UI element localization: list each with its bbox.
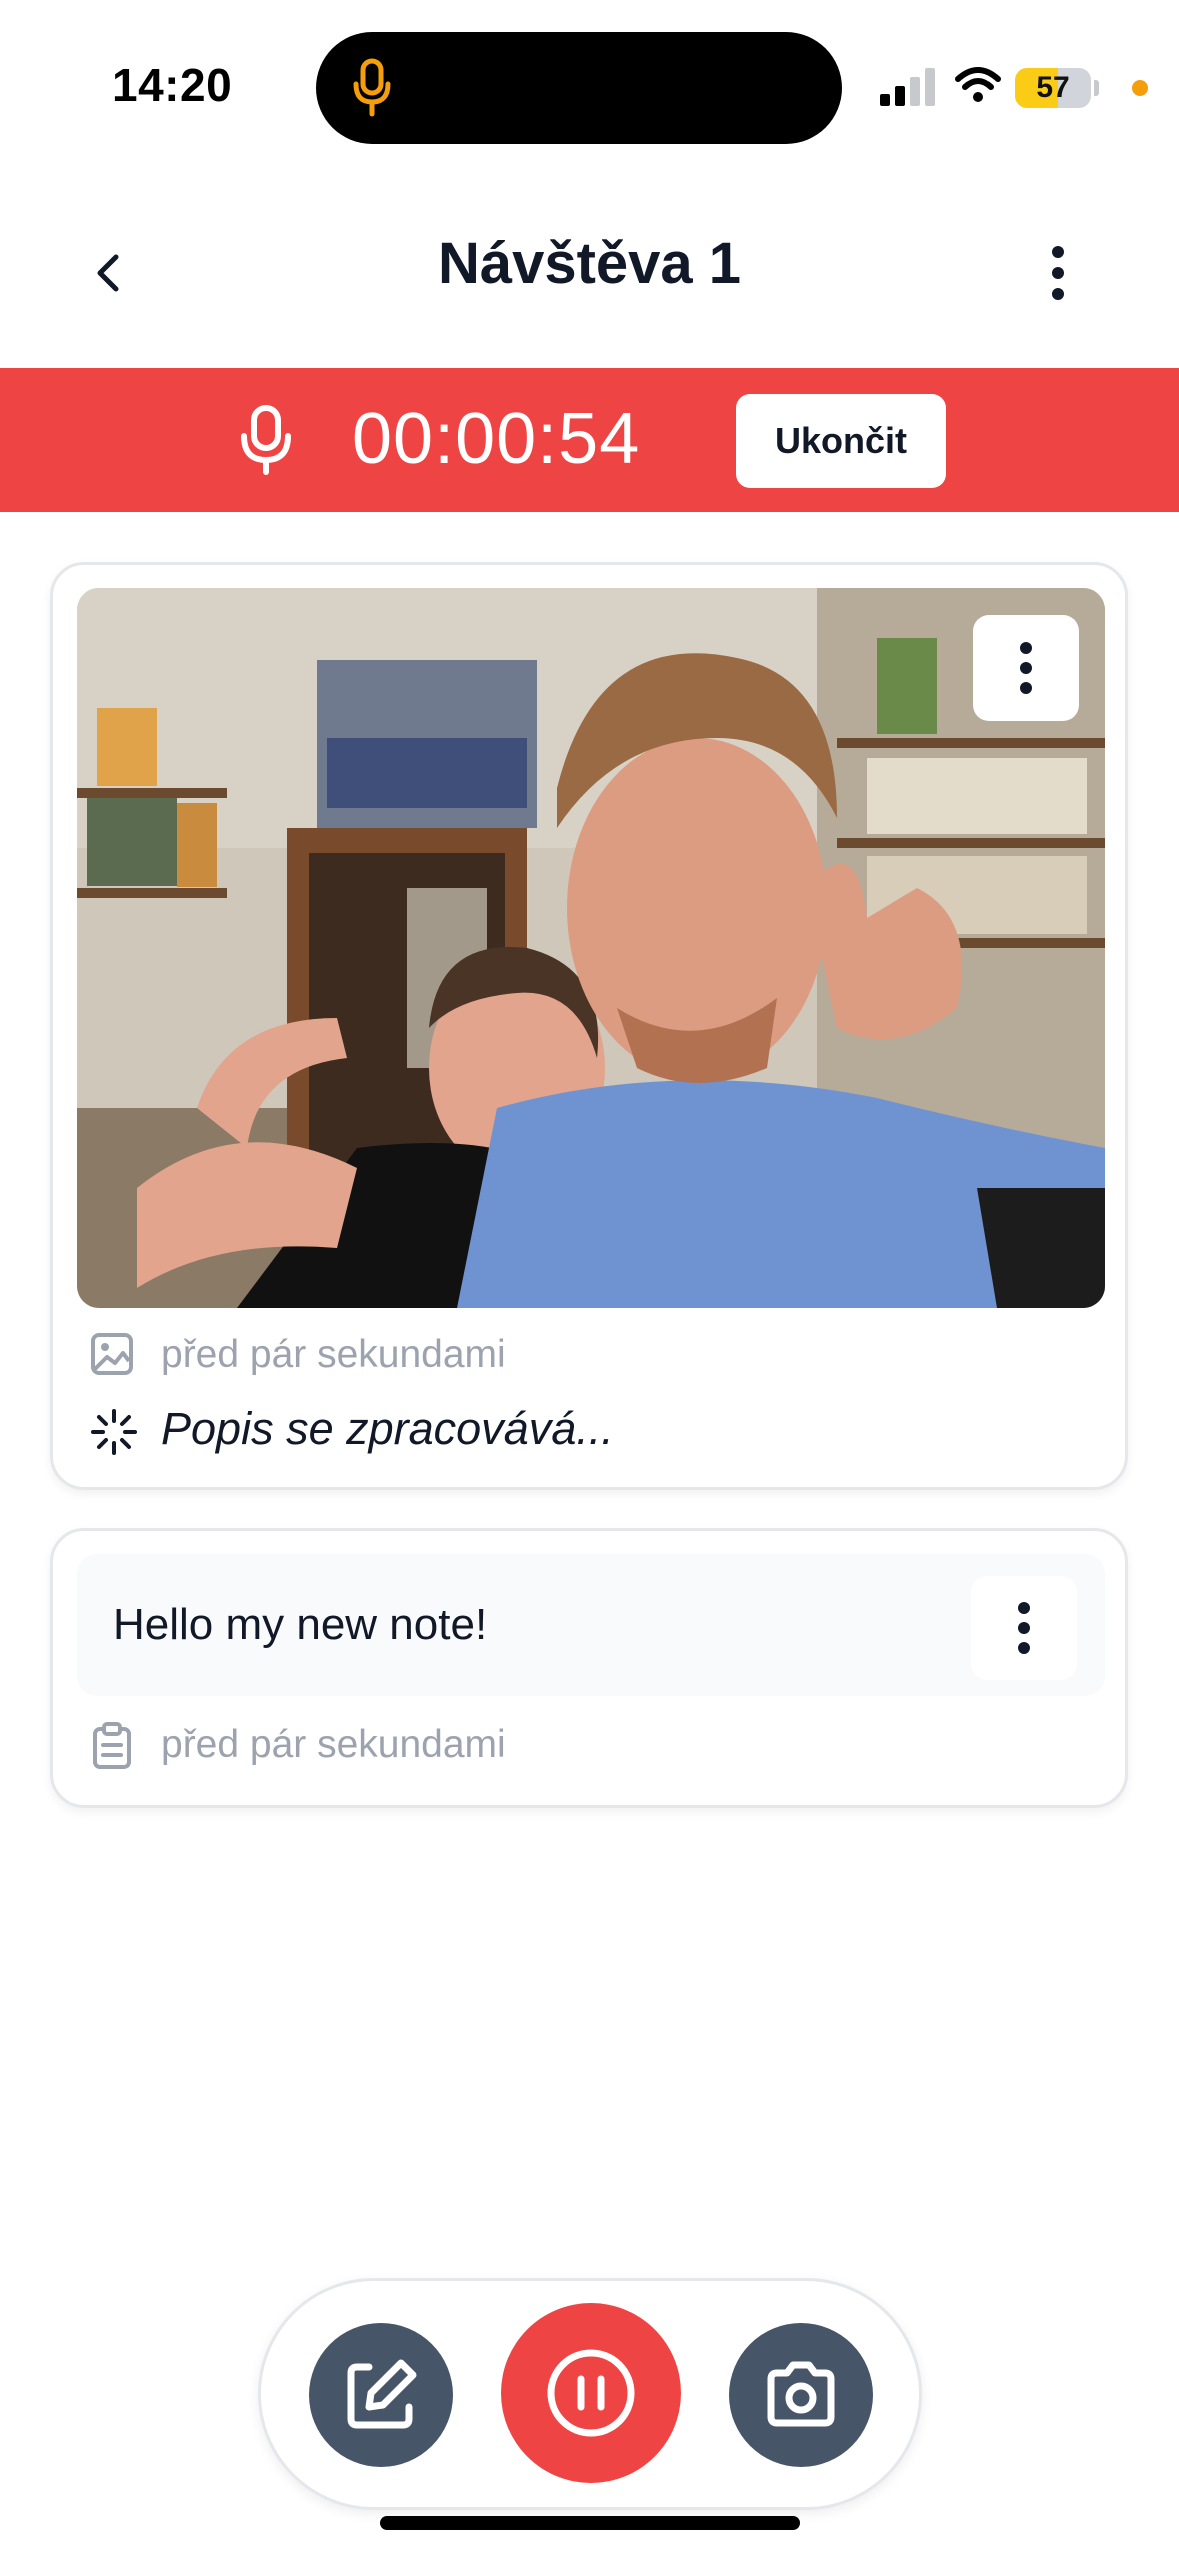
note-card[interactable]: Hello my new note! před pár sekundami	[50, 1528, 1128, 1808]
dynamic-island	[316, 32, 842, 144]
note-timestamp: před pár sekundami	[161, 1723, 506, 1766]
microphone-icon	[353, 58, 391, 117]
edit-icon	[347, 2359, 417, 2429]
page-title: Návštěva 1	[437, 231, 742, 296]
battery-tip	[1094, 80, 1099, 96]
battery-percentage: 57	[1036, 71, 1070, 104]
photo-timestamp: před pár sekundami	[161, 1333, 506, 1376]
bottom-action-bar	[258, 2278, 922, 2510]
captured-photo[interactable]	[77, 588, 1105, 1308]
take-photo-button[interactable]	[729, 2323, 873, 2467]
clipboard-icon	[93, 1722, 131, 1769]
photo-menu-button[interactable]	[973, 615, 1079, 721]
recording-timer: 00:00:54	[352, 399, 641, 479]
more-vertical-icon	[1018, 1602, 1030, 1654]
pause-icon	[547, 2349, 635, 2437]
note-menu-button[interactable]	[971, 1576, 1077, 1680]
recording-banner: 00:00:54 Ukončit	[0, 368, 1179, 512]
battery-indicator: 57	[1015, 68, 1091, 108]
cellular-signal-icon	[880, 68, 935, 106]
image-icon	[91, 1333, 133, 1375]
status-time: 14:20	[112, 59, 233, 111]
more-vertical-icon	[1052, 246, 1064, 300]
loader-icon	[91, 1409, 137, 1455]
note-content[interactable]: Hello my new note!	[77, 1554, 1105, 1696]
pause-recording-button[interactable]	[501, 2303, 681, 2483]
add-note-button[interactable]	[309, 2323, 453, 2467]
wifi-icon	[955, 67, 1001, 102]
note-text: Hello my new note!	[113, 1600, 488, 1649]
more-vertical-icon	[1020, 642, 1032, 694]
camera-icon	[767, 2361, 835, 2427]
photo-card[interactable]: před pár sekundami Popis se zpracovává..…	[50, 562, 1128, 1490]
photo-description: Popis se zpracovává...	[161, 1403, 614, 1454]
privacy-indicator-dot	[1132, 80, 1148, 96]
home-indicator	[380, 2516, 800, 2530]
end-recording-button[interactable]: Ukončit	[736, 394, 946, 488]
more-options-button[interactable]	[1038, 240, 1078, 310]
microphone-icon	[241, 405, 291, 475]
